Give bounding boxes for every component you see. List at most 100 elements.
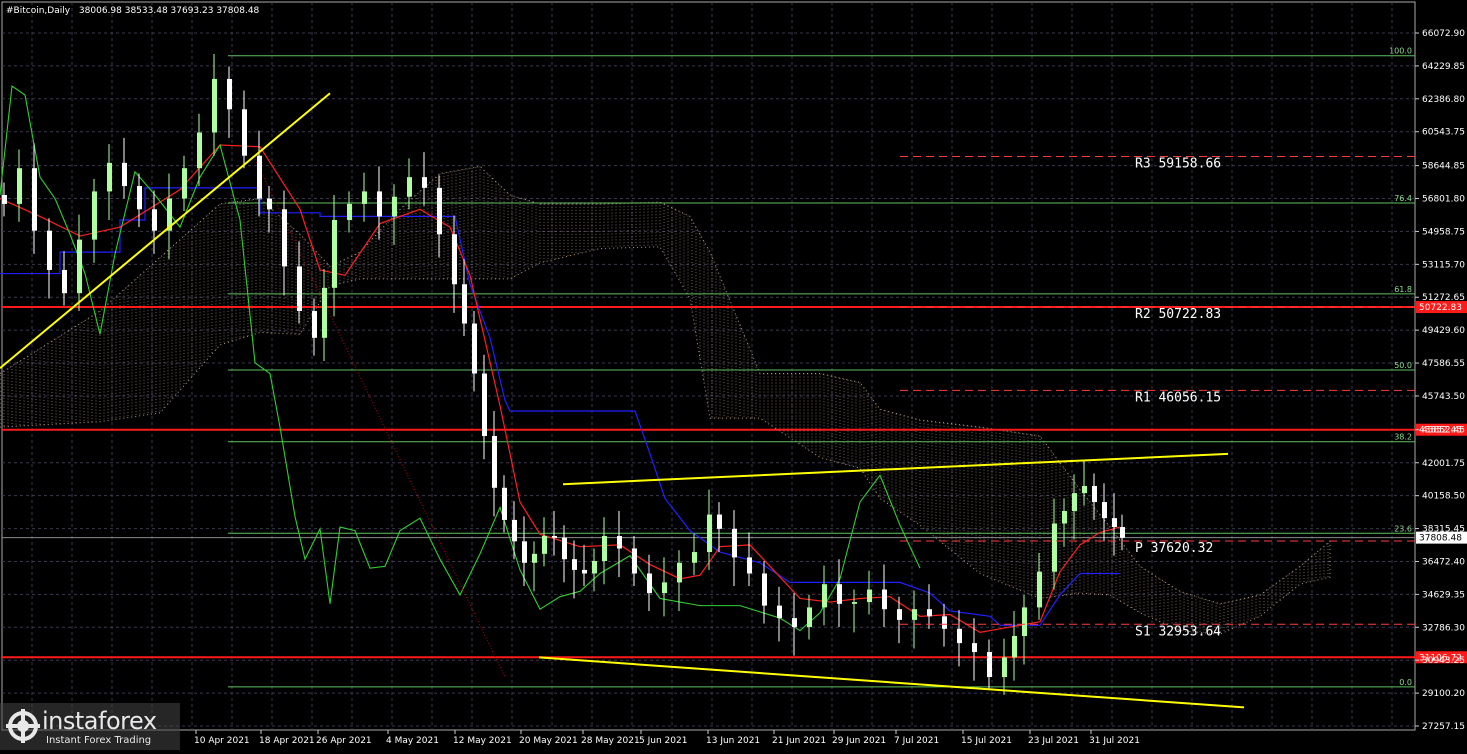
symbol-label: #Bitcoin,Daily [6, 6, 71, 16]
candle-bull [92, 191, 97, 240]
price-tick-label: 53115.70 [1422, 260, 1465, 270]
time-tick-label: 5 Jun 2021 [639, 736, 687, 746]
pivot-label: R2 50722.83 [1135, 307, 1221, 322]
candle-bear [972, 643, 977, 653]
candle-bear [62, 269, 67, 294]
candle-bear [462, 284, 467, 324]
price-tick-label: 64229.85 [1422, 62, 1465, 72]
candle-bull [212, 78, 217, 133]
candle-bull [912, 609, 917, 620]
candle-bear [1092, 485, 1097, 503]
candle-bull [1012, 635, 1017, 658]
price-tick-label: 49429.60 [1422, 326, 1465, 336]
price-tick-label: 29100.20 [1422, 689, 1465, 699]
candle-bear [632, 548, 637, 574]
chart: 100.0 76.4 61.8 50.0 38.2 23.6 0.0 50722.83 438… [0, 0, 1467, 750]
candle-bull [602, 535, 607, 561]
candle-bear [957, 628, 962, 644]
price-tick-label: 51272.65 [1422, 293, 1465, 303]
candle-bear [562, 537, 567, 560]
price-tick-label: 54958.75 [1422, 227, 1465, 237]
candle-bear [572, 559, 577, 570]
price-tick-label: 36472.40 [1422, 557, 1465, 567]
pivot-label: S1 32953.64 [1135, 624, 1221, 639]
time-tick-label: 29 Jun 2021 [832, 736, 886, 746]
price-tick-label: 58644.85 [1422, 162, 1465, 172]
fibo-label: 76.4 [1394, 194, 1412, 203]
candle-bull [1072, 493, 1077, 511]
instaforex-logo-icon [6, 709, 40, 743]
candle-bull [1037, 571, 1042, 608]
time-tick-label: 31 Jul 2021 [1089, 736, 1140, 746]
candle-bear [422, 177, 427, 188]
pivot-label: R3 59158.66 [1135, 156, 1221, 171]
time-tick-label: 26 Apr 2021 [316, 736, 372, 746]
time-tick-label: 4 May 2021 [386, 736, 439, 746]
candle-bear [732, 528, 737, 558]
watermark-tagline: Instant Forex Trading [46, 735, 152, 746]
candle-bear [137, 186, 142, 210]
candle-bull [1082, 485, 1087, 494]
candle-bear [437, 187, 442, 235]
candle-bear [717, 514, 722, 529]
time-tick-label: 10 Apr 2021 [194, 736, 250, 746]
time-tick-label: 15 Jul 2021 [961, 736, 1012, 746]
candle-bull [392, 196, 397, 217]
candle-bear [987, 652, 992, 678]
candle-bull [182, 168, 187, 199]
candle-bear [747, 557, 752, 574]
candle-bull [822, 584, 827, 608]
candle-bear [482, 373, 487, 437]
candle-bull [867, 589, 872, 603]
time-tick-label: 7 Jul 2021 [894, 736, 939, 746]
candle-bull [542, 535, 547, 554]
candle-bear [1102, 502, 1107, 519]
time-tick-label: 12 May 2021 [453, 736, 512, 746]
candle-bear [472, 323, 477, 374]
candle-bear [32, 168, 37, 231]
price-tick-label: 34629.35 [1422, 590, 1465, 600]
chart-title: #Bitcoin,Daily 38006.98 38533.48 37693.2… [6, 6, 260, 16]
candle-bear [47, 230, 52, 270]
level-tag-label: 50722.83 [1419, 303, 1462, 313]
chart-canvas: 100.0 76.4 61.8 50.0 38.2 23.6 0.0 50722.83 438… [0, 0, 1467, 750]
candle-bull [407, 177, 412, 197]
candle-bear [792, 618, 797, 628]
price-tick-label: 42001.75 [1422, 459, 1465, 469]
candle-bear [552, 535, 557, 538]
ohlc-label: 38006.98 38533.48 37693.23 37808.48 [79, 6, 260, 16]
candle-bull [532, 553, 537, 563]
candle-bear [777, 605, 782, 619]
candle-bear [512, 519, 517, 542]
candle-bull [1022, 607, 1027, 636]
candle-bull [197, 132, 202, 169]
candle-bull [362, 191, 367, 204]
candle-bear [522, 541, 527, 563]
price-tick-label: 40158.50 [1422, 492, 1465, 502]
candle-bull [347, 203, 352, 220]
price-tick-label: 66072.90 [1422, 29, 1465, 39]
current-price-label: 37808.48 [1419, 534, 1462, 544]
candle-bull [322, 287, 327, 338]
candle-bear [2, 194, 7, 204]
fibo-label: 100.0 [1389, 47, 1412, 56]
candle-bull [77, 239, 82, 294]
price-tick-label: 62386.80 [1422, 95, 1465, 105]
candle-bear [257, 155, 262, 199]
fibo-label: 23.6 [1394, 524, 1412, 533]
candle-bear [897, 609, 902, 620]
time-tick-label: 23 Jul 2021 [1028, 736, 1079, 746]
time-tick-label: 13 Jun 2021 [706, 736, 760, 746]
candle-bear [647, 573, 652, 594]
watermark-logo: instaforex Instant Forex Trading [0, 703, 180, 750]
fibo-label: 38.2 [1394, 433, 1412, 442]
candle-bear [227, 78, 232, 110]
candle-bull [852, 602, 857, 604]
candle-bear [882, 589, 887, 610]
candle-bear [762, 573, 767, 606]
candle-bear [927, 609, 932, 617]
price-tick-label: 30943.25 [1422, 656, 1465, 666]
candle-bear [282, 209, 287, 267]
price-tick-label: 27257.15 [1422, 722, 1465, 732]
candle-bull [807, 607, 812, 628]
